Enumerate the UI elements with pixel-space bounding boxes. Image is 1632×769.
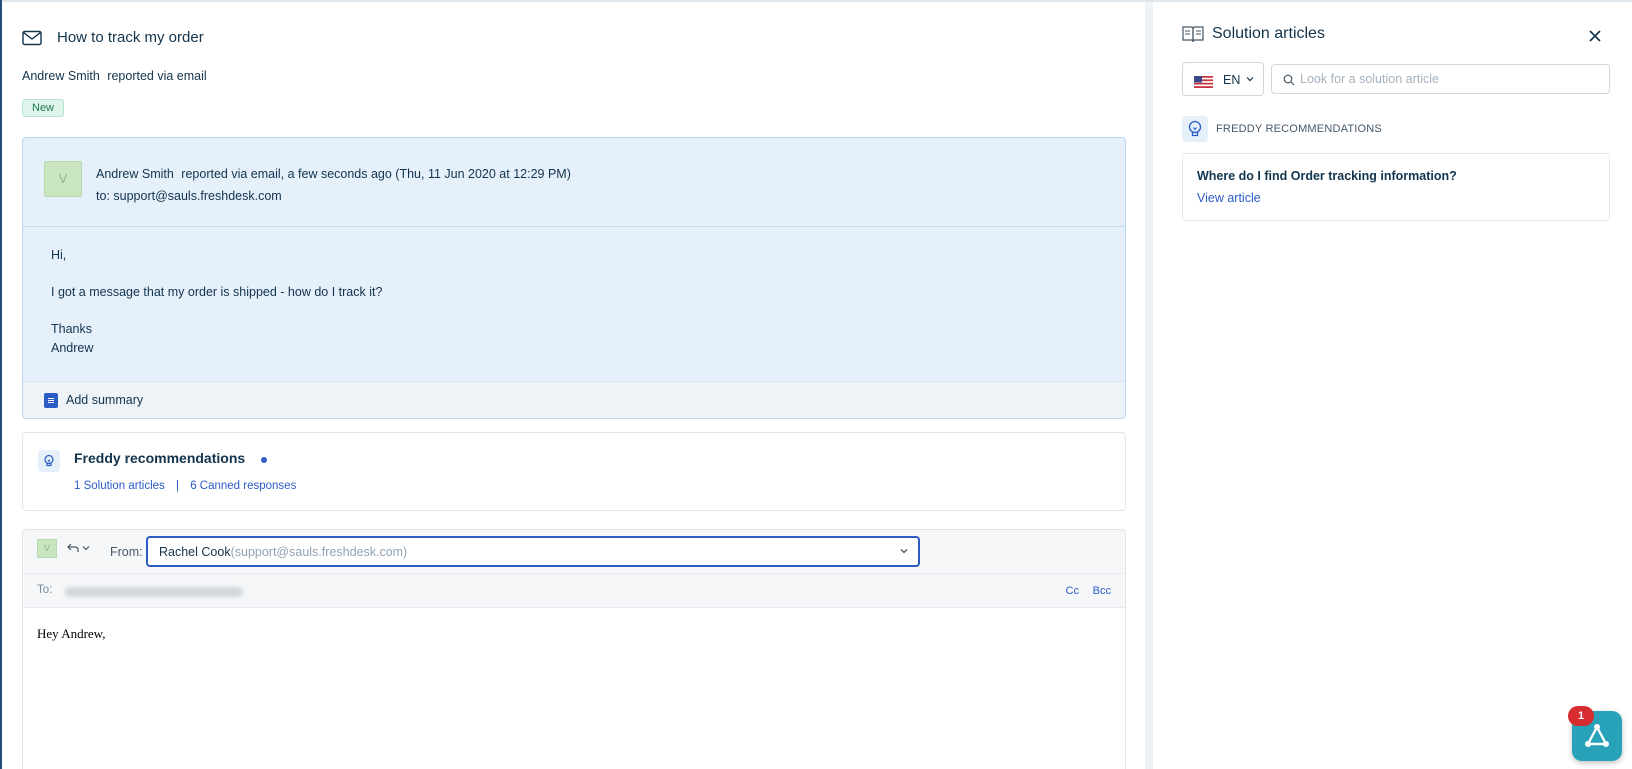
chevron-down-icon: [1246, 77, 1254, 82]
book-icon: [1182, 26, 1204, 43]
add-summary-label: Add summary: [66, 393, 144, 407]
close-icon[interactable]: [1587, 28, 1603, 44]
from-email: (support@sauls.freshdesk.com): [230, 545, 408, 559]
message-text: I got a message that my order is shipped…: [51, 285, 383, 299]
ticket-title: How to track my order: [57, 29, 204, 46]
conversation-body: Hi, I got a message that my order is shi…: [51, 246, 382, 358]
from-value: Rachel Cook(support@sauls.freshdesk.com): [159, 545, 407, 559]
reply-body-editor[interactable]: Hey Andrew,: [37, 626, 105, 642]
message-signature: Andrew: [51, 341, 94, 355]
solution-articles-panel: Solution articles EN FREDDY RE: [1153, 2, 1632, 769]
ticket-header: How to track my order: [22, 29, 204, 46]
from-name: Rachel Cook: [159, 545, 231, 559]
to-recipient-blurred[interactable]: [65, 587, 243, 597]
message-closing: Thanks: [51, 322, 92, 336]
message-greeting: Hi,: [51, 248, 67, 262]
solution-search-input[interactable]: [1300, 69, 1600, 89]
conversation-card: V Andrew Smith reported via email, a few…: [22, 137, 1126, 419]
link-separator: |: [175, 480, 179, 492]
language-dropdown[interactable]: EN: [1182, 62, 1264, 96]
document-icon: [44, 393, 58, 408]
solution-search-box[interactable]: [1271, 64, 1610, 94]
conversation-meta-text: reported via email, a few seconds ago (T…: [181, 167, 571, 181]
to-label: To:: [37, 584, 53, 596]
bcc-button[interactable]: Bcc: [1093, 585, 1111, 597]
chevron-down-icon: [900, 549, 908, 554]
panel-title: Solution articles: [1212, 25, 1325, 42]
pane-divider[interactable]: [1145, 2, 1153, 769]
recommendations-label: FREDDY RECOMMENDATIONS: [1216, 123, 1382, 135]
network-icon: [1585, 724, 1609, 747]
chevron-down-icon: [82, 546, 90, 551]
reply-type-dropdown[interactable]: [67, 543, 90, 553]
canned-responses-link[interactable]: 6 Canned responses: [190, 480, 296, 492]
lightbulb-icon: [38, 450, 60, 472]
ticket-reporter: Andrew Smith reported via email: [22, 69, 207, 83]
reporter-name[interactable]: Andrew Smith: [22, 69, 100, 83]
freddy-title: Freddy recommendations: [74, 450, 246, 466]
conversation-meta: Andrew Smith reported via email, a few s…: [96, 163, 571, 207]
status-badge: New: [22, 99, 65, 117]
from-select[interactable]: Rachel Cook(support@sauls.freshdesk.com): [146, 536, 920, 567]
freddy-links: 1 Solution articles | 6 Canned responses: [74, 480, 296, 492]
add-summary-button[interactable]: Add summary: [23, 381, 1125, 418]
conversation-header: V Andrew Smith reported via email, a few…: [23, 138, 1125, 227]
freddy-recommendations-card: Freddy recommendations 1 Solution articl…: [22, 432, 1126, 511]
article-card: Where do I find Order tracking informati…: [1182, 153, 1610, 221]
to-row: To: Cc Bcc: [23, 574, 1125, 608]
cc-button[interactable]: Cc: [1066, 585, 1079, 597]
view-article-link[interactable]: View article: [1197, 191, 1261, 205]
to-label: to:: [96, 189, 110, 203]
solution-articles-link[interactable]: 1 Solution articles: [74, 480, 165, 492]
notification-badge: 1: [1568, 706, 1594, 726]
reply-editor: V From: Rachel Cook(support@sauls.freshd…: [22, 529, 1126, 769]
us-flag-icon: [1194, 76, 1213, 88]
avatar: V: [44, 161, 82, 197]
sender-name[interactable]: Andrew Smith: [96, 167, 174, 181]
reply-icon: [67, 543, 79, 552]
to-address: support@sauls.freshdesk.com: [113, 189, 282, 203]
freddy-indicator-dot: [261, 457, 267, 463]
reporter-suffix: reported via email: [107, 69, 207, 83]
reply-header: V From: Rachel Cook(support@sauls.freshd…: [23, 530, 1125, 574]
envelope-icon: [22, 30, 42, 45]
from-label: From:: [110, 545, 143, 559]
reply-avatar: V: [37, 539, 57, 558]
article-title[interactable]: Where do I find Order tracking informati…: [1197, 169, 1457, 183]
panel-header: Solution articles: [1182, 25, 1325, 43]
search-icon: [1283, 74, 1295, 86]
ticket-main-pane: How to track my order Andrew Smith repor…: [2, 2, 1145, 769]
lightbulb-icon: [1182, 116, 1208, 142]
language-label: EN: [1223, 73, 1241, 87]
